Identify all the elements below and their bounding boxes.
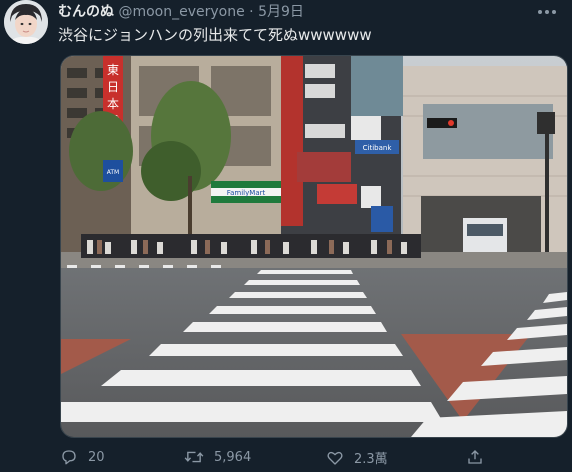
citibank-sign: Citibank	[363, 144, 393, 152]
sign-char-3: 本	[107, 97, 119, 111]
tweet-photo[interactable]: 東 日 本 橋 FamilyMart Citibank	[60, 55, 568, 438]
avatar-image	[4, 0, 48, 44]
user-handle[interactable]: @moon_everyone	[118, 4, 244, 20]
like-button[interactable]: 2.3萬	[326, 448, 388, 467]
sign-char-1: 東	[107, 63, 119, 77]
street-crossing-photo: 東 日 本 橋 FamilyMart Citibank	[61, 56, 567, 437]
display-name[interactable]: むんのぬ	[58, 4, 114, 20]
like-count: 2.3萬	[354, 452, 388, 467]
separator-dot: ·	[249, 4, 254, 20]
atm-sign: ATM	[107, 169, 119, 176]
retweet-button[interactable]: 5,964	[184, 448, 251, 466]
reply-count: 20	[88, 449, 105, 465]
tweet-header: むんのぬ @moon_everyone · 5月9日	[58, 2, 304, 22]
familymart-sign: FamilyMart	[227, 189, 266, 197]
tweet-actions: 20 5,964 2.3萬	[0, 444, 572, 472]
retweet-count: 5,964	[214, 449, 252, 465]
more-options-icon[interactable]	[534, 4, 560, 18]
sign-char-2: 日	[107, 80, 119, 94]
share-button[interactable]	[466, 448, 484, 466]
share-icon	[468, 450, 482, 464]
reply-icon	[62, 450, 76, 465]
tweet-date[interactable]: 5月9日	[258, 4, 304, 20]
avatar[interactable]	[4, 0, 48, 44]
tweet-text: 渋谷にジョンハンの列出来てて死ぬwwwwww	[58, 26, 372, 44]
heart-icon	[327, 451, 343, 465]
reply-button[interactable]: 20	[60, 448, 105, 466]
retweet-icon	[184, 451, 204, 463]
